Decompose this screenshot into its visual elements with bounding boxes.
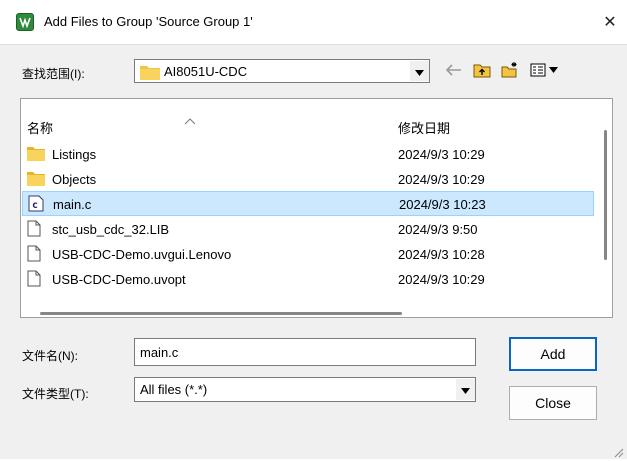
close-button[interactable]: Close — [509, 386, 597, 420]
file-name: Objects — [52, 172, 97, 187]
vertical-scrollbar[interactable] — [604, 130, 607, 260]
close-window-button[interactable]: ✕ — [596, 8, 624, 36]
file-icon — [27, 220, 45, 238]
file-type-value: All files (*.*) — [140, 382, 208, 397]
column-header-date-modified[interactable]: 修改日期 — [398, 118, 450, 137]
file-name: stc_usb_cdc_32.LIB — [52, 222, 170, 237]
folder-icon — [140, 64, 160, 83]
file-name-label: 文件名(N): — [22, 349, 78, 363]
up-folder-icon — [473, 62, 491, 81]
file-name: USB-CDC-Demo.uvgui.Lenovo — [52, 247, 232, 262]
file-date: 2024/9/3 10:23 — [399, 197, 486, 212]
horizontal-scrollbar[interactable] — [40, 312, 402, 315]
file-date: 2024/9/3 10:29 — [398, 272, 485, 287]
app-icon — [16, 13, 34, 31]
close-icon: ✕ — [603, 14, 617, 31]
look-in-combobox[interactable]: AI8051U-CDC — [134, 59, 430, 83]
add-button[interactable]: Add — [509, 337, 597, 371]
file-date: 2024/9/3 10:29 — [398, 147, 485, 162]
file-type-combobox[interactable]: All files (*.*) — [134, 377, 476, 402]
up-one-level-button[interactable] — [470, 60, 494, 82]
list-item[interactable]: USB-CDC-Demo.uvgui.Lenovo 2024/9/3 10:28 — [22, 242, 594, 267]
svg-text:c: c — [32, 200, 38, 211]
folder-icon — [27, 170, 45, 188]
folder-icon — [27, 145, 45, 163]
list-item[interactable]: Objects 2024/9/3 10:29 — [22, 167, 594, 192]
file-icon — [27, 245, 45, 263]
view-menu-button[interactable] — [528, 60, 562, 82]
back-button[interactable] — [442, 60, 466, 82]
back-arrow-icon — [445, 63, 462, 79]
look-in-label: 查找范围(I): — [22, 67, 85, 81]
list-item[interactable]: Listings 2024/9/3 10:29 — [22, 142, 594, 167]
list-item-selected[interactable]: c main.c 2024/9/3 10:23 — [22, 191, 594, 216]
file-name: Listings — [52, 147, 97, 162]
look-in-value: AI8051U-CDC — [164, 64, 248, 79]
file-name: USB-CDC-Demo.uvopt — [52, 272, 186, 287]
c-source-file-icon: c — [28, 195, 46, 213]
file-date: 2024/9/3 10:28 — [398, 247, 485, 262]
new-folder-icon — [501, 61, 519, 81]
column-header-name[interactable]: 名称 — [27, 118, 53, 137]
list-item[interactable]: stc_usb_cdc_32.LIB 2024/9/3 9:50 — [22, 217, 594, 242]
list-item[interactable]: USB-CDC-Demo.uvopt 2024/9/3 10:29 — [22, 267, 594, 292]
file-type-label: 文件类型(T): — [22, 387, 89, 401]
file-icon — [27, 270, 45, 288]
create-new-folder-button[interactable] — [498, 60, 522, 82]
file-name-input[interactable] — [134, 338, 476, 366]
chevron-down-icon — [461, 382, 470, 397]
file-type-dropdown-button[interactable] — [456, 379, 475, 400]
view-list-icon — [530, 63, 560, 80]
look-in-dropdown-button[interactable] — [410, 61, 429, 81]
chevron-down-icon — [415, 64, 424, 79]
file-date: 2024/9/3 9:50 — [398, 222, 478, 237]
file-date: 2024/9/3 10:29 — [398, 172, 485, 187]
file-name: main.c — [53, 197, 92, 212]
sort-ascending-icon — [184, 113, 196, 128]
window-title: Add Files to Group 'Source Group 1' — [44, 14, 253, 29]
